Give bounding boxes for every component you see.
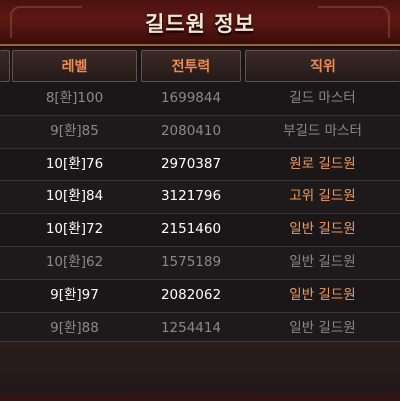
level-cell: 9[환]97 (50, 286, 99, 303)
level-cell: 9[환]85 (50, 122, 99, 139)
header-name-stub (0, 50, 10, 82)
header-rank[interactable]: 직위 (245, 50, 400, 82)
rank-cell: 고위 길드원 (289, 188, 356, 205)
power-cell: 2080410 (160, 122, 222, 139)
table-row[interactable]: 10[환]76 2970387 원로 길드원 (0, 148, 400, 182)
table-row[interactable]: 10[환]84 3121796 고위 길드원 (0, 181, 400, 215)
power-cell: 3121796 (160, 188, 222, 205)
level-cell: 10[환]84 (45, 188, 104, 205)
rank-cell: 일반 길드원 (289, 221, 356, 238)
level-cell: 10[환]62 (45, 253, 104, 270)
header-level[interactable]: 레벨 (12, 50, 137, 82)
power-cell: 2970387 (160, 155, 222, 172)
title-bar: 길드원 정보 (0, 0, 400, 46)
table-row[interactable]: 8[환]100 1699844 길드 마스터 (0, 83, 400, 116)
level-cell: 8[환]100 (45, 90, 104, 106)
rank-cell: 부길드 마스터 (283, 122, 362, 139)
table-row[interactable]: 10[환]72 2151460 일반 길드원 (0, 214, 400, 247)
rank-cell: 원로 길드원 (289, 155, 356, 172)
table-row[interactable]: 9[환]97 2082062 일반 길드원 (0, 279, 400, 313)
rank-cell: 일반 길드원 (289, 319, 356, 336)
power-cell: 2151460 (160, 221, 222, 238)
level-cell: 9[환]88 (50, 319, 99, 336)
table-row[interactable]: 9[환]85 2080410 부길드 마스터 (0, 115, 400, 149)
window-title: 길드원 정보 (145, 12, 255, 36)
power-cell: 1575189 (160, 253, 222, 270)
power-cell: 1254414 (160, 319, 222, 336)
member-list: 8[환]100 1699844 길드 마스터 9[환]85 2080410 부길… (0, 83, 400, 346)
table-header: 레벨 전투력 직위 (0, 50, 400, 82)
level-cell: 10[환]72 (45, 221, 104, 238)
table-row[interactable]: 10[환]62 1575189 일반 길드원 (0, 246, 400, 280)
panel-footer (0, 341, 400, 401)
rank-cell: 일반 길드원 (289, 253, 356, 270)
power-cell: 2082062 (160, 286, 222, 303)
rank-cell: 길드 마스터 (289, 90, 356, 106)
level-cell: 10[환]76 (45, 155, 104, 172)
header-power[interactable]: 전투력 (141, 50, 241, 82)
rank-cell: 일반 길드원 (289, 286, 356, 303)
power-cell: 1699844 (160, 90, 222, 106)
